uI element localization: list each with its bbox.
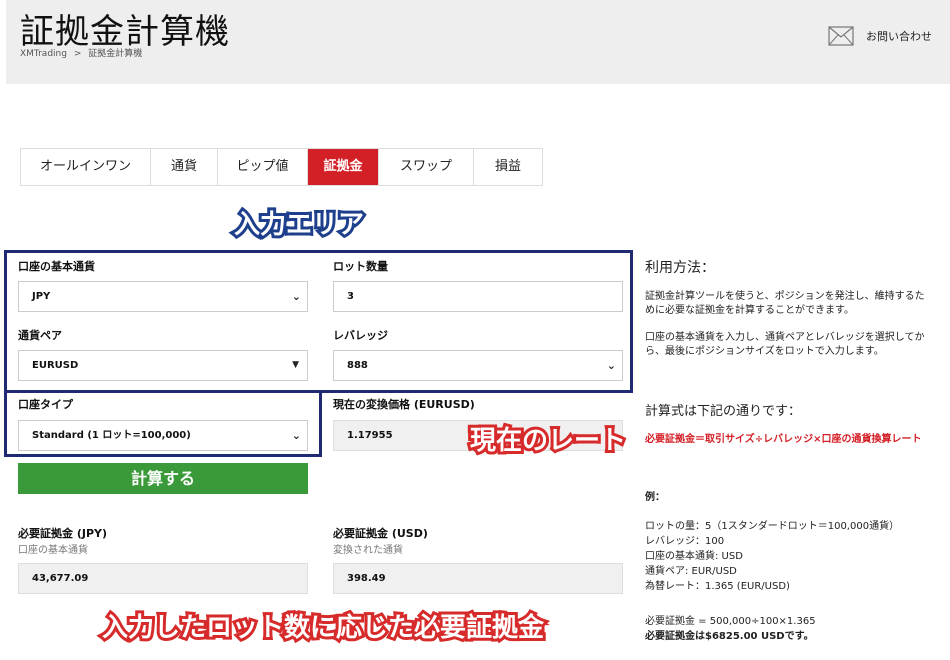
annotation-input-area: 入力エリア	[231, 207, 367, 243]
example-line: 為替レート：1.365 (EUR/USD)	[645, 581, 790, 592]
account-currency-label: 口座の基本通貨	[18, 260, 95, 273]
calculator-tabs: オールインワン 通貨 ピップ値 証拠金 スワップ 損益	[20, 148, 543, 186]
required-margin-jpy-sublabel: 口座の基本通貨	[18, 545, 88, 556]
usage-title: 利用方法：	[645, 260, 715, 276]
leverage-select[interactable]: 888 ⌄	[333, 350, 623, 381]
account-type-value: Standard (1 ロット=100,000)	[32, 430, 191, 441]
example-calc-line: 必要証拠金 = 500,000÷100×1.365	[645, 616, 816, 627]
tab-margin[interactable]: 証拠金	[308, 149, 379, 185]
lot-quantity-value: 3	[347, 291, 354, 302]
usage-paragraph-2: 口座の基本通貨を入力し、通貨ペアとレバレッジを選択してから、最後にポジションサイ…	[645, 332, 925, 357]
chevron-down-icon: ⌄	[291, 290, 301, 303]
usage-paragraph-1: 証拠金計算ツールを使うと、ポジションを発注し、維持するために必要な証拠金を計算す…	[645, 291, 925, 316]
conversion-rate-label: 現在の変換価格 (EURUSD)	[333, 398, 475, 411]
example-line: 通貨ペア: EUR/USD	[645, 566, 737, 577]
breadcrumb-separator: >	[73, 49, 82, 59]
tab-pip-value[interactable]: ピップ値	[218, 149, 308, 185]
lot-quantity-label: ロット数量	[333, 260, 388, 273]
chevron-down-icon: ⌄	[606, 359, 616, 372]
currency-pair-select[interactable]: EURUSD ▼	[18, 350, 308, 381]
example-title: 例：	[645, 492, 665, 503]
example-line: レバレッジ：100	[645, 536, 725, 547]
annotation-required-margin: 入力したロット数に応じた必要証拠金	[99, 610, 547, 646]
account-type-label: 口座タイプ	[18, 398, 73, 411]
page-header: 証拠金計算機 XMTrading > 証拠金計算機 お問い合わせ	[6, 0, 950, 84]
calculate-button[interactable]: 計算する	[18, 463, 308, 494]
example-line: ロットの量：5（1スタンダードロット＝100,000通貨）	[645, 521, 900, 532]
account-currency-value: JPY	[32, 291, 51, 302]
breadcrumb: XMTrading > 証拠金計算機	[20, 46, 146, 59]
account-currency-select[interactable]: JPY ⌄	[18, 281, 308, 312]
example-result-line: 必要証拠金は$6825.00 USDです。	[645, 631, 814, 642]
contact-label: お問い合わせ	[866, 30, 932, 43]
leverage-value: 888	[347, 360, 368, 371]
lot-quantity-input[interactable]: 3	[333, 281, 623, 312]
required-margin-usd-sublabel: 変換された通貨	[333, 545, 403, 556]
breadcrumb-current: 証拠金計算機	[88, 49, 143, 59]
currency-pair-value: EURUSD	[32, 360, 79, 371]
envelope-icon	[828, 26, 854, 46]
caret-down-icon: ▼	[292, 360, 299, 370]
required-margin-usd-label: 必要証拠金 (USD)	[333, 527, 428, 540]
breadcrumb-home-link[interactable]: XMTrading	[20, 49, 67, 59]
formula-title: 計算式は下記の通りです：	[645, 404, 802, 419]
tab-all-in-one[interactable]: オールインワン	[21, 149, 151, 185]
required-margin-jpy-field: 43,677.09	[18, 563, 308, 594]
required-margin-jpy-value: 43,677.09	[32, 573, 89, 584]
required-margin-usd-field: 398.49	[333, 563, 623, 594]
tab-currency[interactable]: 通貨	[151, 149, 218, 185]
account-type-select[interactable]: Standard (1 ロット=100,000) ⌄	[18, 420, 308, 451]
chevron-down-icon: ⌄	[291, 429, 301, 442]
example-line: 口座の基本通貨: USD	[645, 551, 743, 562]
required-margin-usd-value: 398.49	[347, 573, 386, 584]
currency-pair-label: 通貨ペア	[18, 329, 62, 342]
tab-profit-loss[interactable]: 損益	[474, 149, 542, 185]
conversion-rate-value: 1.17955	[347, 430, 393, 441]
annotation-current-rate: 現在のレート	[467, 423, 629, 459]
required-margin-jpy-label: 必要証拠金 (JPY)	[18, 527, 108, 540]
tab-swap[interactable]: スワップ	[379, 149, 474, 185]
leverage-label: レバレッジ	[333, 329, 388, 342]
formula-text: 必要証拠金＝取引サイズ÷レバレッジ×口座の通貨換算レート	[645, 434, 922, 445]
contact-link[interactable]: お問い合わせ	[828, 26, 932, 46]
